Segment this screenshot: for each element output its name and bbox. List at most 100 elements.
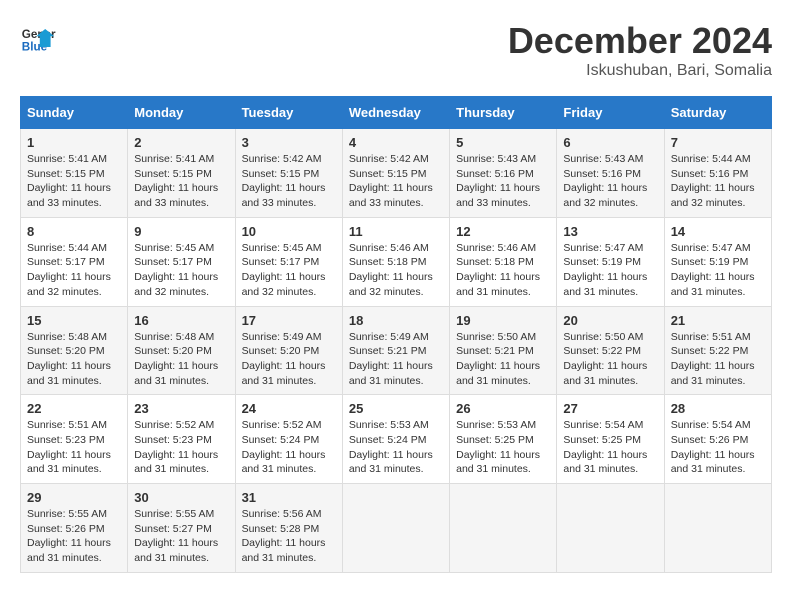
- sunset-label: Sunset: 5:18 PM: [349, 256, 427, 268]
- daylight-label: Daylight: 11 hours and 33 minutes.: [349, 182, 433, 209]
- daylight-label: Daylight: 11 hours and 31 minutes.: [563, 360, 647, 387]
- cell-content: Sunrise: 5:51 AM Sunset: 5:23 PM Dayligh…: [27, 418, 121, 477]
- day-number: 27: [563, 401, 657, 416]
- sunset-label: Sunset: 5:19 PM: [671, 256, 749, 268]
- header-row: SundayMondayTuesdayWednesdayThursdayFrid…: [21, 97, 772, 129]
- cell-content: Sunrise: 5:55 AM Sunset: 5:26 PM Dayligh…: [27, 507, 121, 566]
- cell-content: Sunrise: 5:47 AM Sunset: 5:19 PM Dayligh…: [671, 241, 765, 300]
- calendar-cell: 22 Sunrise: 5:51 AM Sunset: 5:23 PM Dayl…: [21, 395, 128, 484]
- title-block: December 2024 Iskushuban, Bari, Somalia: [508, 20, 772, 80]
- day-number: 29: [27, 490, 121, 505]
- day-number: 10: [242, 224, 336, 239]
- sunrise-label: Sunrise: 5:41 AM: [134, 153, 214, 165]
- sunrise-label: Sunrise: 5:52 AM: [242, 419, 322, 431]
- calendar-cell: 24 Sunrise: 5:52 AM Sunset: 5:24 PM Dayl…: [235, 395, 342, 484]
- cell-content: Sunrise: 5:49 AM Sunset: 5:21 PM Dayligh…: [349, 330, 443, 389]
- daylight-label: Daylight: 11 hours and 31 minutes.: [134, 537, 218, 564]
- header-cell-tuesday: Tuesday: [235, 97, 342, 129]
- sunrise-label: Sunrise: 5:45 AM: [134, 242, 214, 254]
- daylight-label: Daylight: 11 hours and 31 minutes.: [671, 360, 755, 387]
- cell-content: Sunrise: 5:48 AM Sunset: 5:20 PM Dayligh…: [134, 330, 228, 389]
- sunset-label: Sunset: 5:15 PM: [242, 168, 320, 180]
- day-number: 13: [563, 224, 657, 239]
- calendar-cell: 17 Sunrise: 5:49 AM Sunset: 5:20 PM Dayl…: [235, 306, 342, 395]
- daylight-label: Daylight: 11 hours and 31 minutes.: [242, 449, 326, 476]
- cell-content: Sunrise: 5:46 AM Sunset: 5:18 PM Dayligh…: [349, 241, 443, 300]
- daylight-label: Daylight: 11 hours and 31 minutes.: [242, 360, 326, 387]
- sunrise-label: Sunrise: 5:47 AM: [671, 242, 751, 254]
- cell-content: Sunrise: 5:46 AM Sunset: 5:18 PM Dayligh…: [456, 241, 550, 300]
- sunrise-label: Sunrise: 5:54 AM: [671, 419, 751, 431]
- calendar-cell: 7 Sunrise: 5:44 AM Sunset: 5:16 PM Dayli…: [664, 129, 771, 218]
- sunrise-label: Sunrise: 5:50 AM: [456, 331, 536, 343]
- day-number: 26: [456, 401, 550, 416]
- calendar-table: SundayMondayTuesdayWednesdayThursdayFrid…: [20, 96, 772, 573]
- day-number: 8: [27, 224, 121, 239]
- day-number: 19: [456, 313, 550, 328]
- sunrise-label: Sunrise: 5:43 AM: [456, 153, 536, 165]
- sunrise-label: Sunrise: 5:53 AM: [456, 419, 536, 431]
- cell-content: Sunrise: 5:44 AM Sunset: 5:17 PM Dayligh…: [27, 241, 121, 300]
- day-number: 23: [134, 401, 228, 416]
- cell-content: Sunrise: 5:52 AM Sunset: 5:23 PM Dayligh…: [134, 418, 228, 477]
- sunset-label: Sunset: 5:20 PM: [27, 345, 105, 357]
- sunset-label: Sunset: 5:26 PM: [27, 523, 105, 535]
- header-cell-thursday: Thursday: [450, 97, 557, 129]
- header-cell-sunday: Sunday: [21, 97, 128, 129]
- calendar-cell: 2 Sunrise: 5:41 AM Sunset: 5:15 PM Dayli…: [128, 129, 235, 218]
- sunset-label: Sunset: 5:20 PM: [242, 345, 320, 357]
- sunset-label: Sunset: 5:27 PM: [134, 523, 212, 535]
- calendar-cell: 20 Sunrise: 5:50 AM Sunset: 5:22 PM Dayl…: [557, 306, 664, 395]
- week-row-5: 29 Sunrise: 5:55 AM Sunset: 5:26 PM Dayl…: [21, 484, 772, 573]
- cell-content: Sunrise: 5:45 AM Sunset: 5:17 PM Dayligh…: [242, 241, 336, 300]
- daylight-label: Daylight: 11 hours and 32 minutes.: [349, 271, 433, 298]
- cell-content: Sunrise: 5:48 AM Sunset: 5:20 PM Dayligh…: [27, 330, 121, 389]
- calendar-cell: 27 Sunrise: 5:54 AM Sunset: 5:25 PM Dayl…: [557, 395, 664, 484]
- calendar-cell: [450, 484, 557, 573]
- day-number: 5: [456, 135, 550, 150]
- week-row-1: 1 Sunrise: 5:41 AM Sunset: 5:15 PM Dayli…: [21, 129, 772, 218]
- sunrise-label: Sunrise: 5:48 AM: [27, 331, 107, 343]
- sunset-label: Sunset: 5:24 PM: [242, 434, 320, 446]
- sunset-label: Sunset: 5:16 PM: [671, 168, 749, 180]
- day-number: 17: [242, 313, 336, 328]
- calendar-cell: 23 Sunrise: 5:52 AM Sunset: 5:23 PM Dayl…: [128, 395, 235, 484]
- daylight-label: Daylight: 11 hours and 31 minutes.: [134, 449, 218, 476]
- daylight-label: Daylight: 11 hours and 33 minutes.: [134, 182, 218, 209]
- sunset-label: Sunset: 5:21 PM: [349, 345, 427, 357]
- sunset-label: Sunset: 5:16 PM: [456, 168, 534, 180]
- daylight-label: Daylight: 11 hours and 31 minutes.: [349, 449, 433, 476]
- month-title: December 2024: [508, 20, 772, 62]
- calendar-cell: 26 Sunrise: 5:53 AM Sunset: 5:25 PM Dayl…: [450, 395, 557, 484]
- calendar-cell: 10 Sunrise: 5:45 AM Sunset: 5:17 PM Dayl…: [235, 217, 342, 306]
- daylight-label: Daylight: 11 hours and 31 minutes.: [671, 271, 755, 298]
- sunset-label: Sunset: 5:28 PM: [242, 523, 320, 535]
- calendar-cell: 29 Sunrise: 5:55 AM Sunset: 5:26 PM Dayl…: [21, 484, 128, 573]
- daylight-label: Daylight: 11 hours and 32 minutes.: [671, 182, 755, 209]
- daylight-label: Daylight: 11 hours and 31 minutes.: [563, 449, 647, 476]
- daylight-label: Daylight: 11 hours and 31 minutes.: [242, 537, 326, 564]
- daylight-label: Daylight: 11 hours and 31 minutes.: [456, 271, 540, 298]
- sunset-label: Sunset: 5:25 PM: [563, 434, 641, 446]
- calendar-cell: 12 Sunrise: 5:46 AM Sunset: 5:18 PM Dayl…: [450, 217, 557, 306]
- cell-content: Sunrise: 5:49 AM Sunset: 5:20 PM Dayligh…: [242, 330, 336, 389]
- daylight-label: Daylight: 11 hours and 33 minutes.: [242, 182, 326, 209]
- sunrise-label: Sunrise: 5:42 AM: [349, 153, 429, 165]
- sunrise-label: Sunrise: 5:47 AM: [563, 242, 643, 254]
- cell-content: Sunrise: 5:43 AM Sunset: 5:16 PM Dayligh…: [456, 152, 550, 211]
- daylight-label: Daylight: 11 hours and 33 minutes.: [27, 182, 111, 209]
- cell-content: Sunrise: 5:43 AM Sunset: 5:16 PM Dayligh…: [563, 152, 657, 211]
- calendar-cell: [342, 484, 449, 573]
- day-number: 4: [349, 135, 443, 150]
- week-row-2: 8 Sunrise: 5:44 AM Sunset: 5:17 PM Dayli…: [21, 217, 772, 306]
- calendar-cell: 6 Sunrise: 5:43 AM Sunset: 5:16 PM Dayli…: [557, 129, 664, 218]
- sunrise-label: Sunrise: 5:46 AM: [456, 242, 536, 254]
- daylight-label: Daylight: 11 hours and 33 minutes.: [456, 182, 540, 209]
- location: Iskushuban, Bari, Somalia: [508, 62, 772, 80]
- header-cell-wednesday: Wednesday: [342, 97, 449, 129]
- day-number: 25: [349, 401, 443, 416]
- day-number: 3: [242, 135, 336, 150]
- sunrise-label: Sunrise: 5:45 AM: [242, 242, 322, 254]
- sunrise-label: Sunrise: 5:55 AM: [27, 508, 107, 520]
- sunrise-label: Sunrise: 5:55 AM: [134, 508, 214, 520]
